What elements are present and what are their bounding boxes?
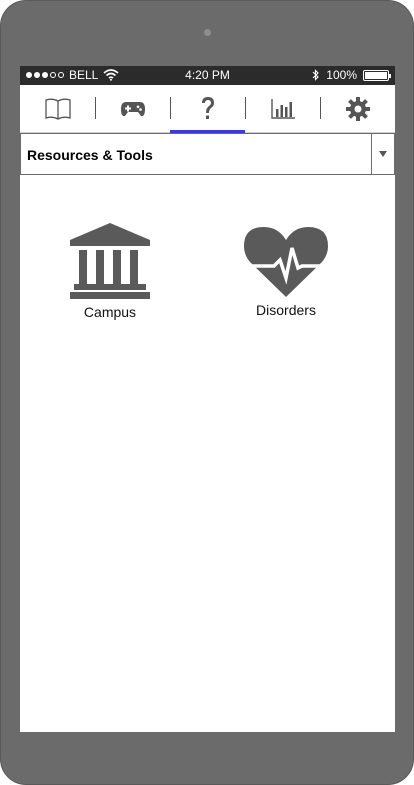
- category-dropdown[interactable]: Resources & Tools: [20, 133, 395, 175]
- campus-item[interactable]: Campus: [67, 222, 153, 320]
- tab-games[interactable]: [95, 85, 170, 132]
- campus-label: Campus: [83, 304, 137, 320]
- chevron-down-icon: [379, 151, 387, 157]
- tab-stats[interactable]: [245, 85, 320, 132]
- bar-chart-icon: [270, 98, 295, 119]
- phone-frame: BELL 4:20 PM 100% Resources & Tools Camp…: [0, 0, 414, 785]
- bluetooth-icon: [312, 69, 320, 81]
- tab-library[interactable]: [20, 85, 95, 132]
- tab-bar: [20, 85, 395, 133]
- disorders-item[interactable]: Disorders: [236, 226, 336, 318]
- building-icon: [70, 223, 150, 299]
- battery-icon: [363, 69, 391, 81]
- heart-pulse-icon: [244, 227, 328, 297]
- tab-settings[interactable]: [320, 85, 395, 132]
- disorders-label: Disorders: [256, 302, 316, 318]
- book-icon: [44, 98, 71, 120]
- status-bar: BELL 4:20 PM 100%: [20, 66, 395, 85]
- gear-icon: [345, 96, 370, 121]
- gamepad-icon: [120, 101, 145, 116]
- dropdown-selected-label: Resources & Tools: [27, 147, 153, 163]
- battery-percent: 100%: [326, 68, 357, 82]
- question-icon: [201, 96, 214, 119]
- screen: BELL 4:20 PM 100% Resources & Tools Camp…: [20, 66, 395, 732]
- camera-dot: [204, 29, 211, 36]
- status-right: 100%: [312, 68, 391, 82]
- dropdown-toggle[interactable]: [371, 134, 394, 174]
- tab-help[interactable]: [170, 85, 245, 133]
